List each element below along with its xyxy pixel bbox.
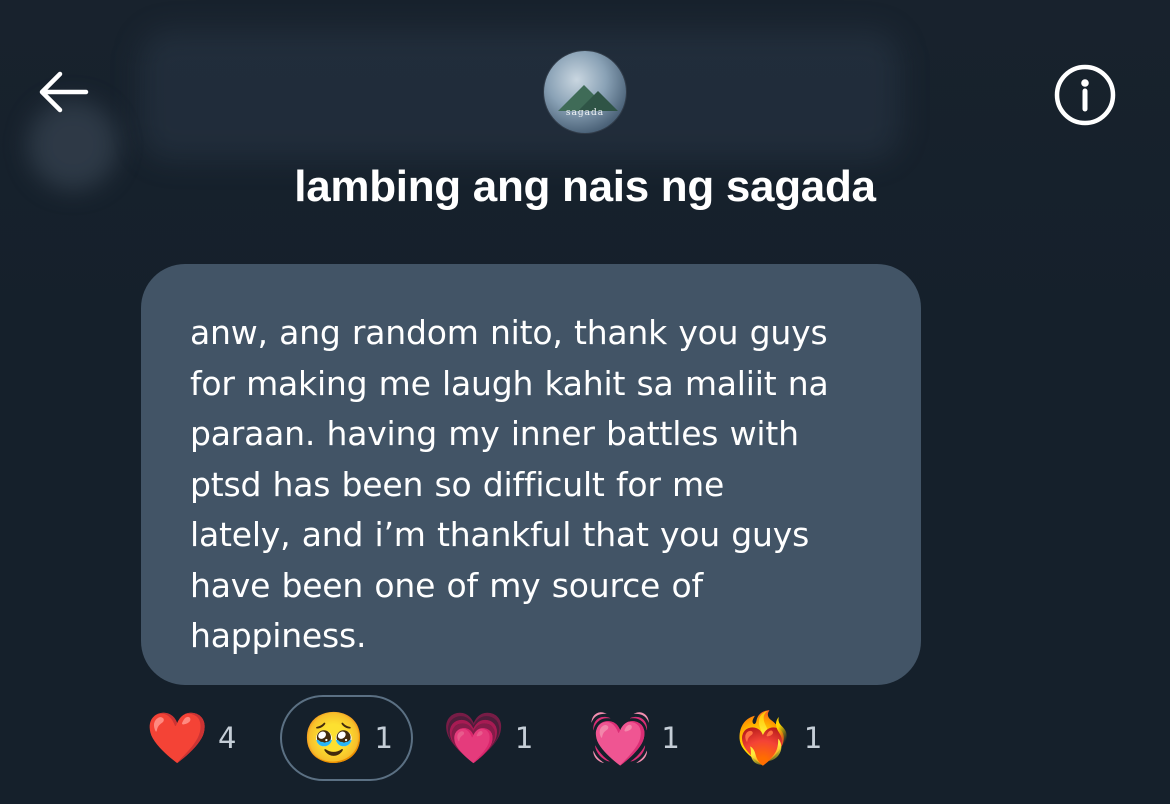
- growing-heart-icon: 💗: [442, 709, 506, 767]
- heart-on-fire-icon: ❤️‍🔥: [731, 709, 795, 767]
- message-line: happiness.: [190, 616, 367, 655]
- reaction-heart-on-fire[interactable]: ❤️‍🔥 1: [726, 695, 828, 781]
- reaction-count: 1: [514, 721, 534, 755]
- back-button[interactable]: [30, 60, 94, 124]
- avatar-text: sagada: [565, 108, 605, 118]
- message-line: have been one of my source of: [190, 565, 703, 605]
- beating-heart-icon: 💓: [589, 709, 652, 767]
- arrow-left-icon: [39, 71, 89, 113]
- info-button[interactable]: [1052, 62, 1118, 128]
- group-avatar[interactable]: sagada: [544, 51, 626, 133]
- reaction-count: 1: [803, 721, 823, 755]
- reaction-count: 4: [218, 721, 237, 755]
- info-icon: [1054, 64, 1116, 126]
- reaction-growing-heart[interactable]: 💗 1: [437, 695, 539, 781]
- reaction-red-heart[interactable]: ❤️ 4: [140, 695, 242, 781]
- reaction-beating-heart[interactable]: 💓 1: [583, 695, 685, 781]
- blurred-background-content: [140, 30, 900, 160]
- message-line: anw, ang random nito, thank you guys: [190, 313, 828, 352]
- conversation-title: lambing ang nais ng sagada: [294, 162, 876, 211]
- red-heart-icon: ❤️: [146, 709, 209, 767]
- message-line: lately, and i’m thankful that you guys: [190, 515, 810, 554]
- message-bubble[interactable]: anw, ang random nito, thank you guys for…: [141, 264, 921, 685]
- message-line: for making me laugh kahit sa maliit na: [190, 363, 829, 403]
- dm-conversation-screen: sagada lambing ang nais ng sagada anw, a…: [0, 0, 1170, 804]
- message-line: paraan. having my inner battles with: [190, 414, 799, 453]
- message-line: ptsd has been so difficult for me: [190, 464, 725, 504]
- face-holding-back-tears-icon: 🥹: [302, 709, 365, 767]
- reaction-count: 1: [374, 721, 393, 755]
- message-text: anw, ang random nito, thank you guys for…: [190, 308, 891, 662]
- reactions-bar: ❤️ 4 🥹 1 💗 1 💓 1 ❤️‍🔥 1: [140, 694, 828, 782]
- reaction-count: 1: [661, 721, 680, 755]
- reaction-face-holding-back-tears[interactable]: 🥹 1: [280, 695, 413, 781]
